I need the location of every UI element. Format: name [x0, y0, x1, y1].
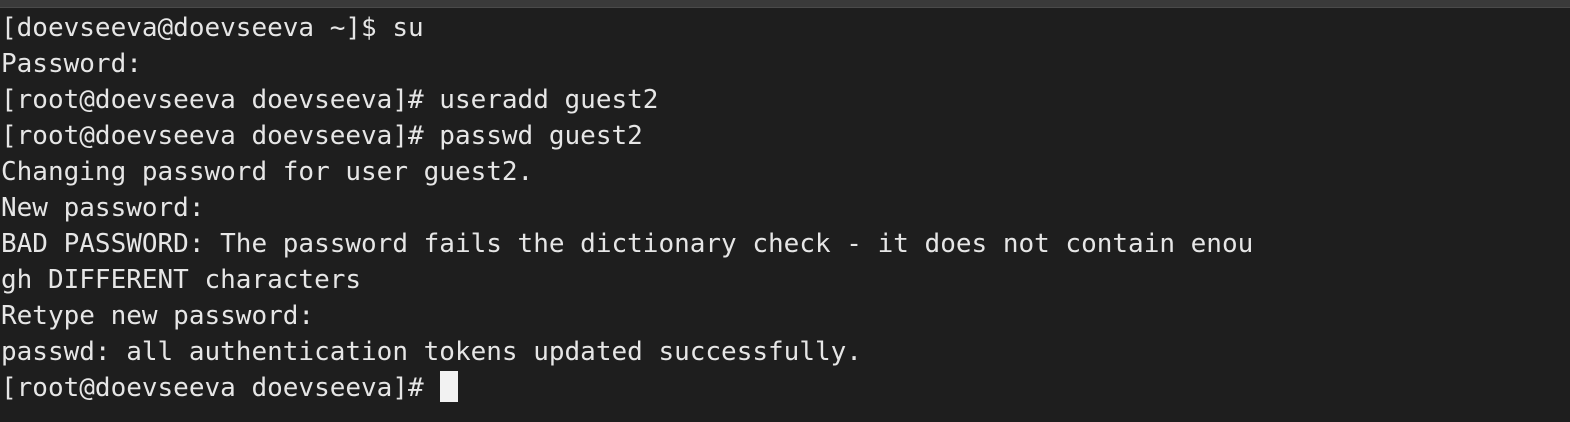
- terminal-output[interactable]: [doevseeva@doevseeva ~]$ su Password: [r…: [0, 8, 1570, 422]
- terminal-line: [doevseeva@doevseeva ~]$ su: [1, 13, 424, 43]
- terminal-cursor: [440, 371, 459, 402]
- terminal-line: gh DIFFERENT characters: [1, 265, 362, 295]
- terminal-line: Changing password for user guest2.: [1, 157, 534, 187]
- terminal-prompt: [root@doevseeva doevseeva]#: [1, 373, 440, 403]
- terminal-line: BAD PASSWORD: The password fails the dic…: [1, 229, 1254, 259]
- terminal-line: Password:: [1, 49, 142, 79]
- terminal-line: [root@doevseeva doevseeva]# passwd guest…: [1, 121, 643, 151]
- terminal-line: New password:: [1, 193, 205, 223]
- window-top-border: [0, 0, 1570, 8]
- terminal-line: Retype new password:: [1, 301, 315, 331]
- terminal-prompt-line[interactable]: [root@doevseeva doevseeva]#: [0, 370, 1570, 406]
- terminal-line: [root@doevseeva doevseeva]# useradd gues…: [1, 85, 659, 115]
- terminal-line: passwd: all authentication tokens update…: [1, 337, 862, 367]
